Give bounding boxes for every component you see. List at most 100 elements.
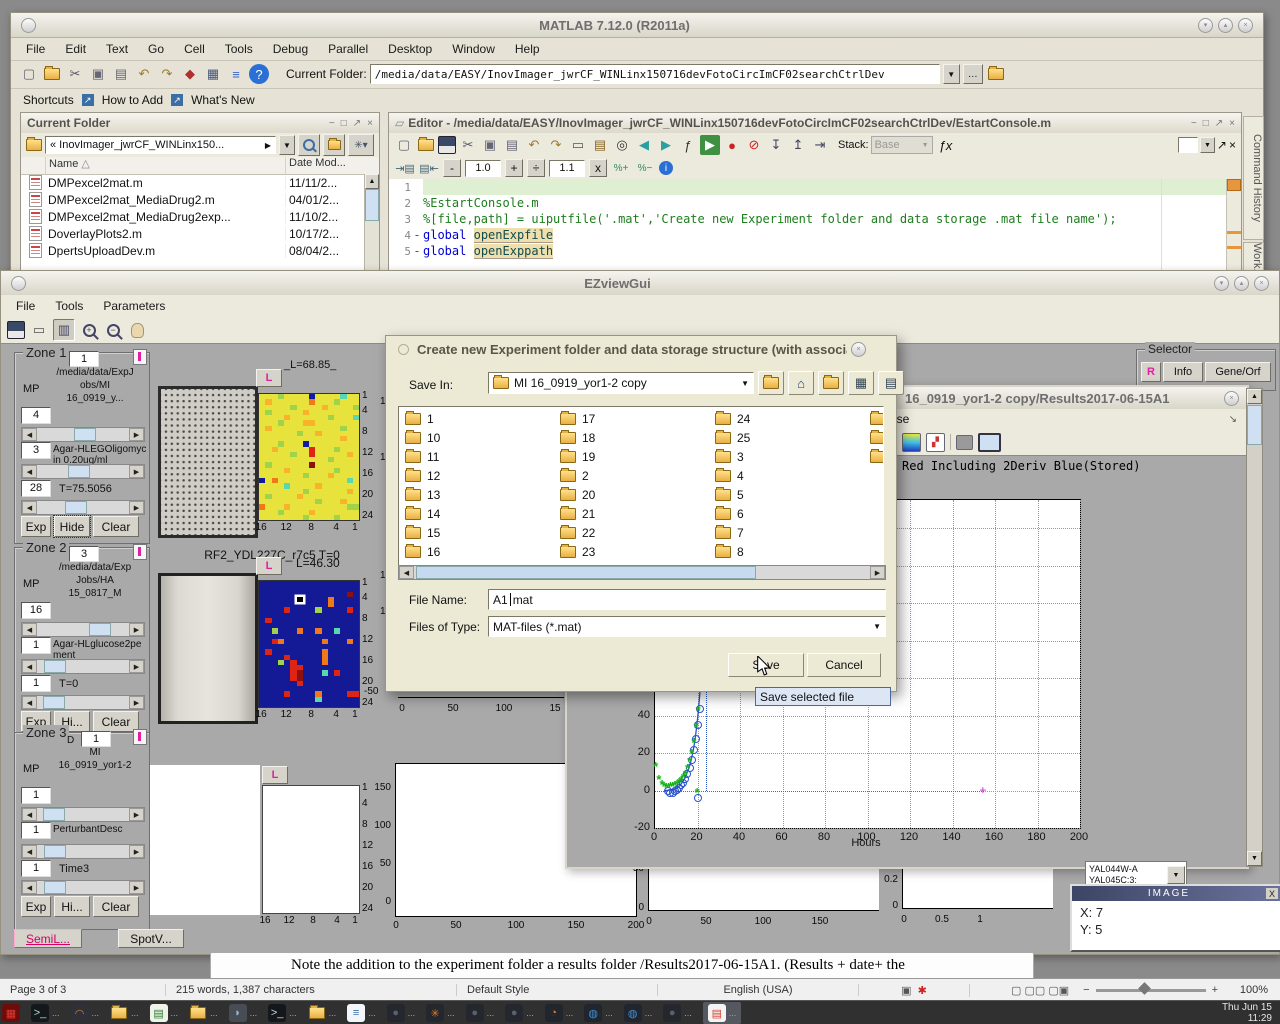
editor-header[interactable]: ▱ Editor - /media/data/EASY/InovImager_j… — [389, 113, 1241, 134]
menu-matlab-edit[interactable]: Edit — [56, 40, 95, 58]
selector-info-button[interactable]: Info — [1163, 362, 1203, 382]
folder-taskbar-item[interactable]: ... — [189, 1004, 218, 1022]
scroll-right-icon[interactable]: ▶ — [129, 623, 144, 636]
close-panel-icon[interactable]: × — [367, 118, 373, 129]
zone-exp-button[interactable]: Exp — [21, 896, 51, 917]
app-taskbar-item[interactable]: ●... — [387, 1004, 416, 1022]
stack-combobox[interactable]: Base▼ — [871, 136, 933, 154]
folder-item[interactable]: 20 — [560, 487, 595, 503]
ezviewgui-titlebar[interactable]: EZviewGui ▾ ▴ × — [1, 271, 1279, 296]
dropdown-arrow-icon[interactable]: ▼ — [1167, 866, 1185, 884]
current-folder-combobox[interactable]: /media/data/EASY/InovImager_jwrCF_WINLin… — [370, 64, 940, 84]
data-brush-icon[interactable]: ▥ — [53, 319, 75, 341]
menu-matlab-go[interactable]: Go — [139, 40, 173, 58]
close-panel-icon[interactable]: × — [1229, 138, 1236, 152]
scroll-left-icon[interactable]: ◀ — [22, 465, 37, 478]
time-index-field[interactable]: 28 — [21, 480, 51, 497]
firefox-taskbar-item[interactable]: ◔... — [545, 1004, 574, 1022]
breakpoint-dash[interactable]: - — [411, 228, 423, 242]
folder-item[interactable]: 4 — [715, 468, 744, 484]
print-icon[interactable]: ▭ — [568, 135, 588, 155]
pan-icon[interactable] — [127, 320, 147, 340]
scrollbar-thumb[interactable] — [44, 660, 66, 673]
scrollbar-vertical[interactable]: ▲ ▼ — [1246, 388, 1263, 867]
selection-mode-icon[interactable]: ▣ ✱ — [859, 984, 970, 997]
slider-media[interactable]: ◀▶ — [21, 464, 145, 479]
paste-icon[interactable]: ▤ — [111, 64, 131, 84]
menu-ezviewgui-parameters[interactable]: Parameters — [94, 297, 174, 315]
layout-icon[interactable]: ▞ — [926, 433, 945, 452]
menu-matlab-cell[interactable]: Cell — [175, 40, 214, 58]
undock-icon[interactable]: ↗ — [353, 118, 361, 129]
zone-pin-button[interactable] — [133, 349, 147, 365]
image-window-titlebar[interactable]: IMAGE X — [1072, 886, 1280, 901]
scrollbar-horizontal[interactable]: ◀ ▶ — [398, 565, 886, 580]
shortcut-how-to-add[interactable]: How to Add — [102, 93, 163, 107]
zone-index-field[interactable]: 1 — [69, 351, 99, 367]
menu-matlab-file[interactable]: File — [17, 40, 54, 58]
zone2-heatmap[interactable] — [258, 580, 360, 708]
folder-item[interactable]: 21 — [560, 506, 595, 522]
folder-item[interactable]: 2 — [560, 468, 589, 484]
simulink-icon[interactable]: ◆ — [180, 64, 200, 84]
colormap-icon[interactable] — [902, 433, 921, 452]
new-file-icon[interactable]: ▢ — [19, 64, 39, 84]
folder-item[interactable] — [870, 449, 884, 465]
scroll-left-icon[interactable]: ◀ — [22, 696, 37, 709]
cut-icon[interactable]: ✂ — [65, 64, 85, 84]
zoom-percent[interactable]: 100% — [1218, 984, 1280, 996]
slider-mp[interactable]: ◀▶ — [21, 427, 145, 442]
launcher-grid-taskbar-item[interactable]: ▦ — [2, 1004, 20, 1022]
function-icon[interactable]: ƒ — [678, 135, 698, 155]
redo-icon[interactable]: ↷ — [546, 135, 566, 155]
bottom-left-plot[interactable] — [648, 866, 879, 911]
folder-item[interactable] — [870, 411, 884, 427]
maximize-icon[interactable]: ▴ — [1234, 276, 1249, 291]
zone3-l-button[interactable]: L — [262, 766, 288, 784]
spreadsheet-taskbar-item[interactable]: ▤... — [150, 1004, 179, 1022]
spotview-button[interactable]: SpotV... — [118, 929, 184, 948]
folder-item[interactable]: 7 — [715, 525, 744, 541]
terminal-taskbar-item[interactable]: >_... — [268, 1004, 297, 1022]
folder-taskbar-item[interactable]: ... — [110, 1004, 139, 1022]
folder-item[interactable]: 6 — [715, 506, 744, 522]
multiply-icon[interactable]: x — [589, 159, 607, 177]
maximize-panel-icon[interactable]: □ — [1203, 118, 1209, 129]
menu-matlab-parallel[interactable]: Parallel — [319, 40, 377, 58]
media-index-field[interactable]: 1 — [21, 637, 51, 654]
minimize-icon[interactable]: ▾ — [1198, 18, 1213, 33]
scroll-right-icon[interactable]: ▶ — [129, 465, 144, 478]
menu-ezviewgui-tools[interactable]: Tools — [46, 297, 92, 315]
folder-list[interactable]: 1101112131415161718192202122232425345678 — [398, 406, 884, 566]
close-panel-icon[interactable]: × — [1229, 118, 1235, 129]
file-row[interactable]: DMPexcel2mat.m11/11/2... — [21, 174, 365, 191]
scrollbar-thumb[interactable] — [65, 501, 87, 514]
folder-item[interactable]: 22 — [560, 525, 595, 541]
maximize-icon[interactable]: ▴ — [1218, 18, 1233, 33]
zone-hi-button[interactable]: Hi... — [54, 896, 90, 917]
zoom-out-icon[interactable]: − — [103, 320, 123, 340]
scroll-up-icon[interactable]: ▲ — [365, 174, 379, 189]
close-icon[interactable]: × — [851, 342, 866, 357]
selector-r-button[interactable]: R — [1141, 362, 1161, 382]
mp-index-field[interactable]: 4 — [21, 407, 51, 424]
media-index-field[interactable]: 1 — [21, 822, 51, 839]
copy-icon[interactable]: ▣ — [480, 135, 500, 155]
file-row[interactable]: DMPexcel2mat_MediaDrug2exp...11/10/2... — [21, 208, 365, 225]
zone-clear-button[interactable]: Clear — [93, 896, 139, 917]
save-in-combobox[interactable]: MI 16_0919_yor1-2 copy ▼ — [488, 372, 754, 394]
scroll-left-icon[interactable]: ◀ — [22, 808, 37, 821]
editor-scrollbar[interactable] — [1226, 179, 1241, 271]
scroll-right-icon[interactable]: ▶ — [129, 845, 144, 858]
scroll-left-icon[interactable]: ◀ — [22, 501, 37, 514]
tab-command-history[interactable]: Command History — [1243, 116, 1264, 240]
close-icon[interactable]: × — [1238, 18, 1253, 33]
new-file-icon[interactable]: ▢ — [394, 135, 414, 155]
code-health-indicator[interactable] — [1227, 179, 1241, 191]
copy-icon[interactable]: ▣ — [88, 64, 108, 84]
folder-item[interactable]: 19 — [560, 449, 595, 465]
save-icon[interactable] — [7, 321, 25, 339]
fx-icon[interactable]: ƒx — [939, 138, 953, 153]
set-breakpoint-icon[interactable]: ● — [722, 135, 742, 155]
app-taskbar-item[interactable]: ●... — [663, 1004, 692, 1022]
